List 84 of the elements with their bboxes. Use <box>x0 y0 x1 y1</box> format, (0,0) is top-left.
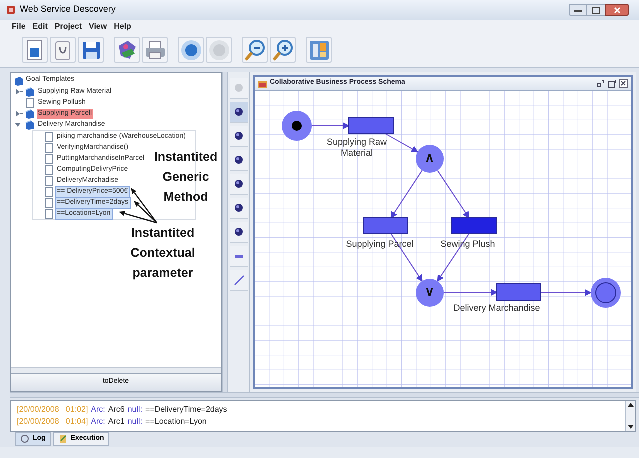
start-node[interactable] <box>282 111 312 141</box>
annotation-text: Instantited Contextual parameter <box>130 225 196 282</box>
dash-tool-button[interactable] <box>230 246 248 267</box>
stop-icon <box>208 38 230 62</box>
maximize-button[interactable] <box>587 4 605 16</box>
maximize-icon <box>592 6 600 14</box>
task-node[interactable] <box>364 218 408 234</box>
scroll-up-icon[interactable] <box>626 401 636 409</box>
minimize-icon[interactable] <box>597 80 605 88</box>
collapsed-toggle-icon[interactable] <box>14 110 23 118</box>
app-icon <box>6 5 16 15</box>
connector-arrow <box>385 134 419 153</box>
menu-item[interactable]: Edit <box>32 20 48 32</box>
printer-icon <box>144 38 166 62</box>
gateway-symbol: ∨ <box>424 285 436 299</box>
connector-arrow <box>390 234 423 282</box>
connector-arrow <box>444 289 498 296</box>
connector-arrow <box>312 122 350 130</box>
maximize-icon[interactable] <box>608 80 616 88</box>
record-icon <box>180 38 202 62</box>
log-timestamp: [20/00/2008 01:04] <box>17 416 88 428</box>
log-text: Arc6 <box>108 404 125 416</box>
circle-tool-button[interactable] <box>230 222 248 243</box>
line-tool-button[interactable] <box>230 270 248 291</box>
close-icon[interactable] <box>619 79 628 88</box>
zoom-out-icon <box>244 38 266 62</box>
book-icon <box>25 120 35 130</box>
collapsed-toggle-icon[interactable] <box>14 88 23 96</box>
clipboard-button[interactable] <box>50 37 76 63</box>
ring-icon <box>20 434 30 444</box>
document-icon <box>25 98 35 108</box>
log-text: ==Location=Lyon <box>146 416 207 428</box>
dash-icon <box>234 254 242 258</box>
node-label: Supplying Raw Material <box>326 137 388 159</box>
menu-item[interactable]: Help <box>114 20 132 32</box>
log-timestamp: [20/00/2008 01:02] <box>17 404 88 416</box>
circle-tool-button[interactable] <box>230 126 248 147</box>
zoom-in-button[interactable] <box>270 37 296 63</box>
task-node[interactable] <box>496 284 542 302</box>
record-button[interactable] <box>178 37 204 63</box>
circle-tool-button[interactable] <box>230 102 248 123</box>
node-label: Delivery Marchandise <box>452 303 542 314</box>
close-button[interactable] <box>605 4 629 16</box>
menu-item[interactable]: View <box>89 20 108 32</box>
task-node[interactable] <box>452 218 498 234</box>
menu-item[interactable]: Project <box>54 20 82 32</box>
log-text: ==DeliveryTime=2days <box>146 404 228 416</box>
connector-arrow <box>437 170 470 219</box>
minimize-icon <box>574 8 582 12</box>
gateway-symbol: ∧ <box>424 151 436 165</box>
log-label: Arc: <box>91 404 106 416</box>
end-node[interactable] <box>591 278 621 308</box>
note-icon <box>58 434 68 444</box>
printer-button[interactable] <box>142 37 168 63</box>
task-node[interactable] <box>348 118 394 134</box>
connector-arrow <box>390 170 423 219</box>
log-label: null: <box>128 416 143 428</box>
zoom-out-button[interactable] <box>242 37 268 63</box>
expanded-toggle-icon[interactable] <box>14 120 23 128</box>
window-title: Web Service Descovery <box>20 3 116 16</box>
close-icon <box>614 6 620 14</box>
circle-tool-button[interactable] <box>230 174 248 195</box>
document-button[interactable] <box>22 37 48 63</box>
connector-arrow <box>540 289 592 296</box>
book-icon <box>14 76 24 86</box>
folder-icon <box>258 80 267 88</box>
or-gateway[interactable] <box>416 279 444 307</box>
tools-icon <box>308 38 330 62</box>
circle-tool-button[interactable] <box>230 198 248 219</box>
and-gateway[interactable] <box>416 145 444 173</box>
tools-button[interactable] <box>306 37 332 63</box>
circle-tool-button[interactable] <box>230 150 248 171</box>
log-text: Arc1 <box>108 416 125 428</box>
save-button[interactable] <box>78 37 104 63</box>
scroll-down-icon[interactable] <box>626 423 636 431</box>
annotation-text: Instantited Generic Method <box>153 149 219 206</box>
zoom-in-icon <box>272 38 294 62</box>
menu-item[interactable]: File <box>12 20 26 32</box>
palette-button[interactable] <box>114 37 140 63</box>
log-label: null: <box>128 404 143 416</box>
minimize-button[interactable] <box>569 4 587 16</box>
book-icon <box>25 108 35 118</box>
log-label: Arc: <box>91 416 106 428</box>
book-icon <box>25 86 35 96</box>
